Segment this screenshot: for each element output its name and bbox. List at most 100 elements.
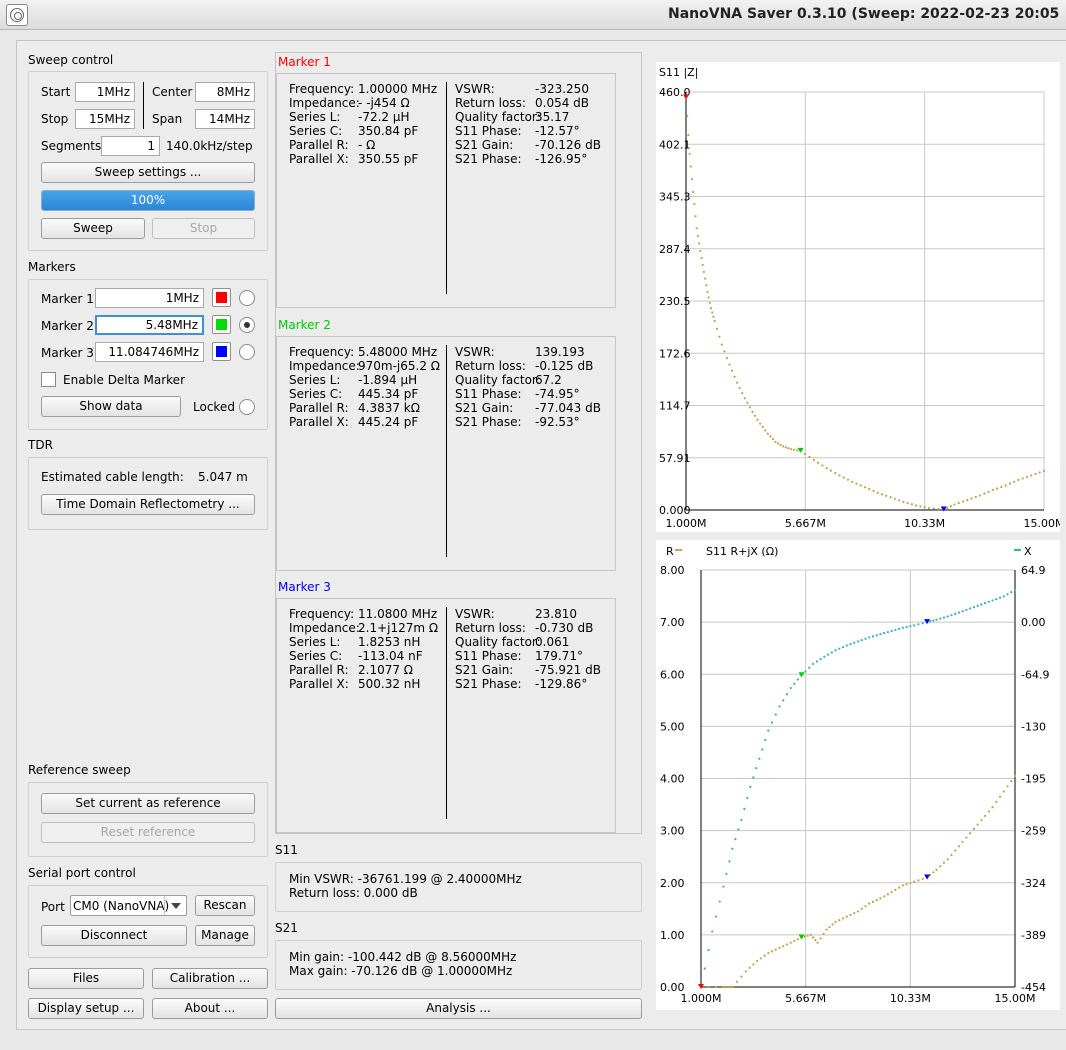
locked-label: Locked (193, 400, 235, 414)
x-tick-label: 5.667M (785, 992, 826, 1005)
sweep-settings-button[interactable]: Sweep settings ... (41, 162, 255, 183)
disconnect-button[interactable]: Disconnect (41, 925, 187, 946)
about-button[interactable]: About ... (152, 998, 268, 1019)
data-point (688, 152, 691, 155)
chevron-down-icon[interactable] (164, 896, 186, 915)
data-point-r (991, 806, 994, 809)
data-point-x (714, 915, 718, 918)
start-input[interactable]: 1MHz (75, 82, 135, 102)
data-point (730, 369, 734, 372)
marker-3-color-button[interactable] (212, 342, 231, 361)
data-point-x (898, 627, 901, 630)
data-point-x (965, 608, 968, 611)
data-point (706, 290, 709, 294)
center-input[interactable]: 8MHz (195, 82, 255, 102)
data-point (838, 474, 841, 477)
marker-1-left-label: Parallel R: (289, 138, 349, 152)
delta-marker-label: Enable Delta Marker (63, 373, 185, 387)
delta-marker-checkbox[interactable] (41, 372, 56, 387)
span-label: Span (152, 112, 183, 126)
marker-1-left-value: 1.00000 MHz (358, 82, 438, 96)
app-icon[interactable] (6, 4, 28, 26)
data-point (738, 386, 741, 390)
analysis-button[interactable]: Analysis ... (275, 998, 642, 1019)
data-point-r (890, 891, 893, 894)
marker-2-details-title: Marker 2 (278, 318, 331, 332)
data-point-x (764, 738, 767, 742)
data-point-r (1006, 785, 1009, 788)
data-point-x (912, 624, 916, 627)
manage-button[interactable]: Manage (195, 925, 255, 946)
files-button[interactable]: Files (28, 968, 144, 989)
sweep-button[interactable]: Sweep (41, 218, 145, 239)
show-data-button[interactable]: Show data (41, 396, 181, 417)
data-point (1030, 474, 1033, 477)
marker-3-left-value: 1.8253 nH (358, 635, 421, 649)
data-point-x (808, 666, 811, 669)
data-point-x (921, 622, 924, 625)
data-point (708, 301, 711, 304)
data-point (961, 500, 965, 503)
data-point-r (886, 893, 890, 896)
set-reference-button[interactable]: Set current as reference (41, 793, 255, 814)
marker-2-frequency-input[interactable]: 5.48MHz (95, 315, 204, 335)
tdr-button[interactable]: Time Domain Reflectometry ... (41, 494, 255, 515)
marker-2-color-button[interactable] (212, 315, 231, 334)
y-left-tick-label: 4.00 (660, 773, 685, 786)
chart-title: S11 |Z| (659, 66, 698, 79)
data-point-r (856, 910, 860, 913)
port-select[interactable]: CM0 (NanoVNA) (70, 895, 187, 916)
span-input[interactable]: 14MHz (195, 109, 255, 129)
marker-3-left-value: 2.1077 Ω (358, 663, 413, 677)
data-point (784, 446, 787, 449)
data-point-x (905, 625, 908, 629)
data-point-x (770, 721, 774, 724)
s11-impedance-chart[interactable]: S11 |Z| 460.0 402.1 345.3 287.4 230.5 172.6 114… (656, 62, 1064, 532)
data-point (846, 478, 850, 481)
data-point-x (728, 860, 731, 863)
data-point (703, 277, 707, 280)
marker-1-frequency-input[interactable]: 1MHz (95, 288, 204, 308)
marker-1-left-value: - -j454 Ω (358, 96, 410, 110)
serial-port-title: Serial port control (28, 866, 136, 880)
s11-rx-chart[interactable]: R S11 R+jX (Ω) X 8.00 64.9 7.00 0.00 6.00 -64.9 5… (656, 540, 1060, 1010)
y-right-tick-label: -389 (1021, 929, 1046, 942)
tdr-title: TDR (28, 438, 53, 452)
marker-3-right-value: 23.810 (535, 607, 577, 621)
marker-2-right-value: 67.2 (535, 373, 562, 387)
marker-1-label: Marker 1 (41, 292, 94, 306)
locked-radio[interactable] (239, 399, 255, 415)
data-point (932, 507, 935, 510)
start-label: Start (41, 85, 71, 99)
data-point (774, 440, 777, 443)
data-point-r (825, 928, 828, 931)
marker-3-radio[interactable] (239, 344, 255, 360)
marker-3-right-value: 179.71° (535, 649, 583, 663)
marker-2-right-label: VSWR: (455, 345, 495, 359)
marker-1-left-value: 350.55 pF (358, 152, 419, 166)
marker-2-label: Marker 2 (41, 319, 94, 333)
data-point-x (804, 670, 807, 673)
data-point (686, 115, 689, 118)
marker-3-left-value: 2.1+j127m Ω (358, 621, 439, 635)
data-point-r (834, 920, 837, 923)
marker-2-right-value: -0.125 dB (535, 359, 594, 373)
marker-2-radio[interactable] (239, 317, 255, 333)
data-point (692, 190, 695, 194)
data-point-r (909, 881, 912, 885)
data-point (782, 445, 785, 448)
marker-1-right-value: -126.95° (535, 152, 588, 166)
marker-1-right-value: 0.054 dB (535, 96, 590, 110)
display-setup-button[interactable]: Display setup ... (28, 998, 144, 1019)
y-left-tick-label: 3.00 (660, 825, 685, 838)
marker-1-color-button[interactable] (212, 288, 231, 307)
segments-input[interactable]: 1 (101, 136, 160, 156)
stop-input[interactable]: 15MHz (75, 109, 135, 129)
s11-impedance-svg: S11 |Z|460.0402.1345.3287.4230.5172.6114… (659, 66, 1064, 530)
marker-1-radio[interactable] (239, 290, 255, 306)
data-point (817, 461, 820, 464)
calibration-button[interactable]: Calibration ... (152, 968, 268, 989)
rescan-button[interactable]: Rescan (195, 895, 255, 916)
marker-3-frequency-input[interactable]: 11.084746MHz (95, 342, 204, 362)
marker-3-left-label: Parallel X: (289, 677, 349, 691)
